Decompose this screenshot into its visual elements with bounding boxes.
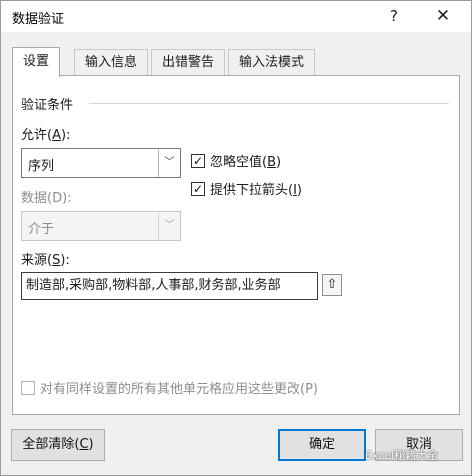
data-select-value: 介于 [28, 222, 55, 237]
data-validation-dialog: 数据验证 ? ✕ 设置 输入信息 出错警告 输入法模式 验证条件 允许(A): … [0, 0, 472, 476]
close-button[interactable]: ✕ [431, 5, 455, 27]
group-divider [89, 103, 449, 104]
data-label: 数据(D): [21, 191, 72, 206]
apply-all-option[interactable]: 对有同样设置的所有其他单元格应用这些更改(P) [21, 378, 318, 397]
ignore-blank-option[interactable]: ✓ 忽略空值(B) [191, 151, 282, 170]
in-cell-dropdown-label: 提供下拉箭头(I) [210, 183, 302, 198]
allow-label: 允许(A): [21, 128, 71, 143]
validation-criteria-title: 验证条件 [21, 98, 74, 113]
tab-ime-mode[interactable]: 输入法模式 [228, 49, 316, 76]
data-select[interactable]: 介于 ﹀ [21, 211, 181, 241]
title-bar: 数据验证 ? ✕ [1, 1, 471, 32]
chevron-down-icon[interactable]: ﹀ [158, 149, 180, 177]
allow-select[interactable]: 序列 ﹀ [21, 148, 181, 178]
ok-button[interactable]: 确定 [278, 429, 366, 461]
in-cell-dropdown-option[interactable]: ✓ 提供下拉箭头(I) [191, 179, 302, 198]
in-cell-dropdown-checkbox[interactable]: ✓ [191, 181, 205, 196]
collapse-dialog-button[interactable]: ⇧ [322, 274, 342, 296]
window-title: 数据验证 [12, 12, 65, 27]
tab-input-message[interactable]: 输入信息 [74, 49, 149, 76]
help-button[interactable]: ? [383, 5, 405, 27]
allow-select-value: 序列 [28, 159, 55, 174]
chevron-down-icon[interactable]: ﹀ [158, 212, 180, 240]
watermark-text: Excel秘籍大全 [365, 449, 439, 462]
tab-error-alert[interactable]: 出错警告 [151, 49, 226, 76]
settings-panel: 验证条件 允许(A): 序列 ﹀ ✓ 忽略空值(B) ✓ 提供下拉箭头(I) 数据(… [12, 75, 460, 415]
ignore-blank-label: 忽略空值(B) [210, 155, 282, 170]
collapse-arrow-icon: ⇧ [326, 277, 338, 292]
tab-settings[interactable]: 设置 [12, 47, 61, 77]
apply-all-checkbox[interactable] [21, 380, 35, 395]
ignore-blank-checkbox[interactable]: ✓ [191, 153, 205, 168]
clear-all-button[interactable]: 全部清除(C) [11, 429, 105, 461]
apply-all-label: 对有同样设置的所有其他单元格应用这些更改(P) [40, 382, 318, 397]
source-input[interactable]: 制造部,采购部,物料部,人事部,财务部,业务部 [21, 272, 318, 300]
source-label: 来源(S): [21, 253, 70, 268]
